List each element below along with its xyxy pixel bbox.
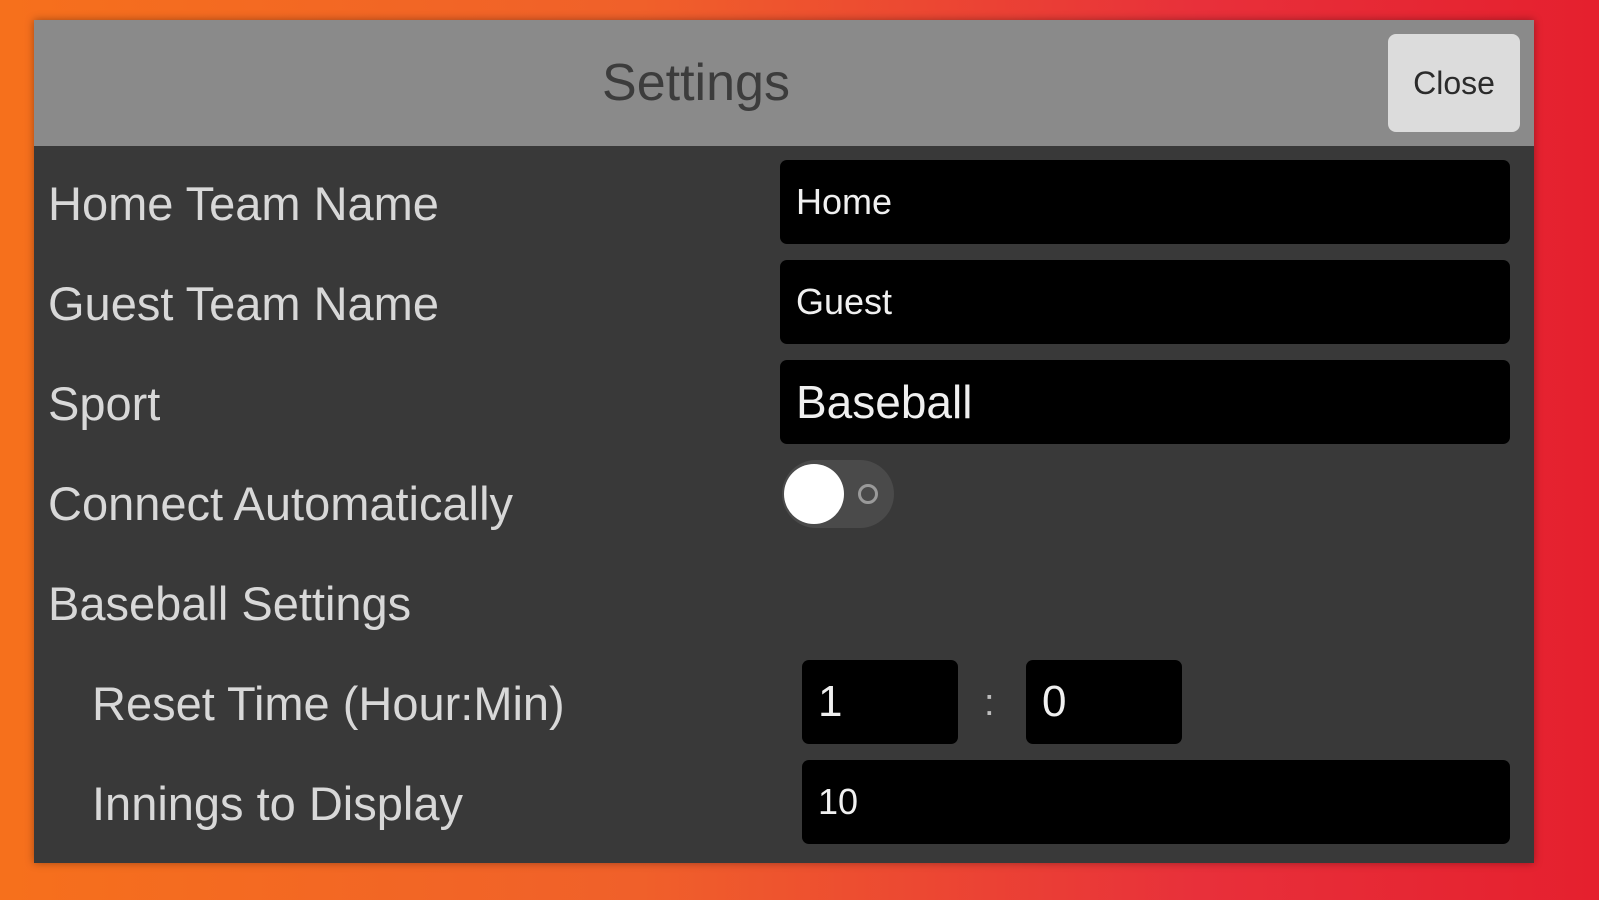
reset-time-minute-input[interactable]: 0	[1026, 660, 1182, 744]
reset-time-label: Reset Time (Hour:Min)	[92, 677, 565, 730]
reset-time-separator: :	[984, 682, 995, 724]
toggle-off-indicator-icon	[858, 484, 878, 504]
innings-to-display-label: Innings to Display	[92, 777, 463, 830]
settings-header: Settings Close	[34, 20, 1534, 146]
guest-team-name-input[interactable]: Guest	[780, 260, 1510, 344]
connect-automatically-label: Connect Automatically	[48, 477, 514, 530]
page-title: Settings	[602, 54, 790, 112]
sport-label: Sport	[48, 377, 161, 430]
sport-select[interactable]: Baseball	[780, 360, 1510, 444]
innings-to-display-input[interactable]: 10	[802, 760, 1510, 844]
baseball-settings-heading: Baseball Settings	[48, 577, 412, 630]
reset-time-hour-input[interactable]: 1	[802, 660, 958, 744]
close-button[interactable]: Close	[1388, 34, 1520, 132]
home-team-name-input[interactable]: Home	[780, 160, 1510, 244]
home-team-name-label: Home Team Name	[48, 177, 439, 230]
settings-panel: Settings Close Home Team Name Home Guest…	[34, 20, 1534, 863]
connect-automatically-toggle[interactable]	[782, 460, 894, 528]
toggle-knob	[784, 464, 844, 524]
guest-team-name-label: Guest Team Name	[48, 277, 439, 330]
